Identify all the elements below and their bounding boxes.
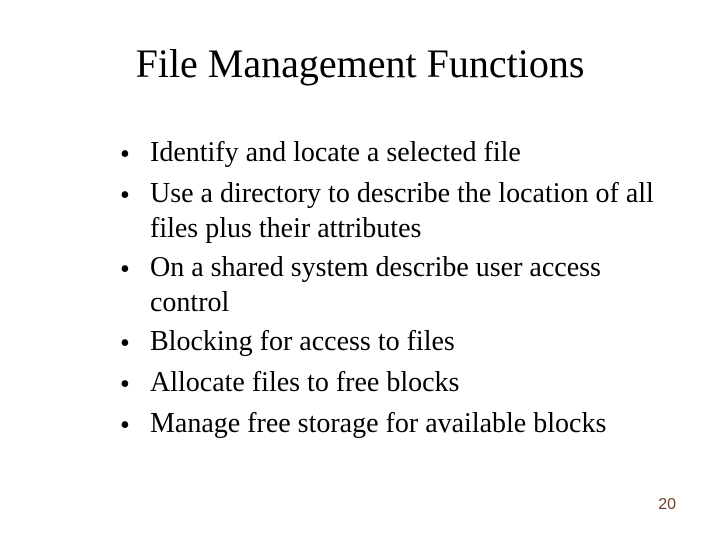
bullet-text: Allocate files to free blocks <box>150 365 660 400</box>
bullet-icon: • <box>120 365 150 402</box>
bullet-text: Identify and locate a selected file <box>150 135 660 170</box>
bullet-icon: • <box>120 250 150 287</box>
bullet-text: On a shared system describe user access … <box>150 250 660 320</box>
list-item: • Manage free storage for available bloc… <box>120 406 660 443</box>
list-item: • Allocate files to free blocks <box>120 365 660 402</box>
bullet-icon: • <box>120 135 150 172</box>
bullet-icon: • <box>120 176 150 213</box>
slide-title: File Management Functions <box>0 40 720 87</box>
slide: File Management Functions • Identify and… <box>0 0 720 540</box>
bullet-text: Use a directory to describe the location… <box>150 176 660 246</box>
bullet-text: Manage free storage for available blocks <box>150 406 660 441</box>
bullet-text: Blocking for access to files <box>150 324 660 359</box>
list-item: • On a shared system describe user acces… <box>120 250 660 320</box>
list-item: • Use a directory to describe the locati… <box>120 176 660 246</box>
list-item: • Identify and locate a selected file <box>120 135 660 172</box>
slide-body: • Identify and locate a selected file • … <box>120 135 660 447</box>
list-item: • Blocking for access to files <box>120 324 660 361</box>
bullet-icon: • <box>120 406 150 443</box>
page-number: 20 <box>658 496 676 514</box>
bullet-icon: • <box>120 324 150 361</box>
